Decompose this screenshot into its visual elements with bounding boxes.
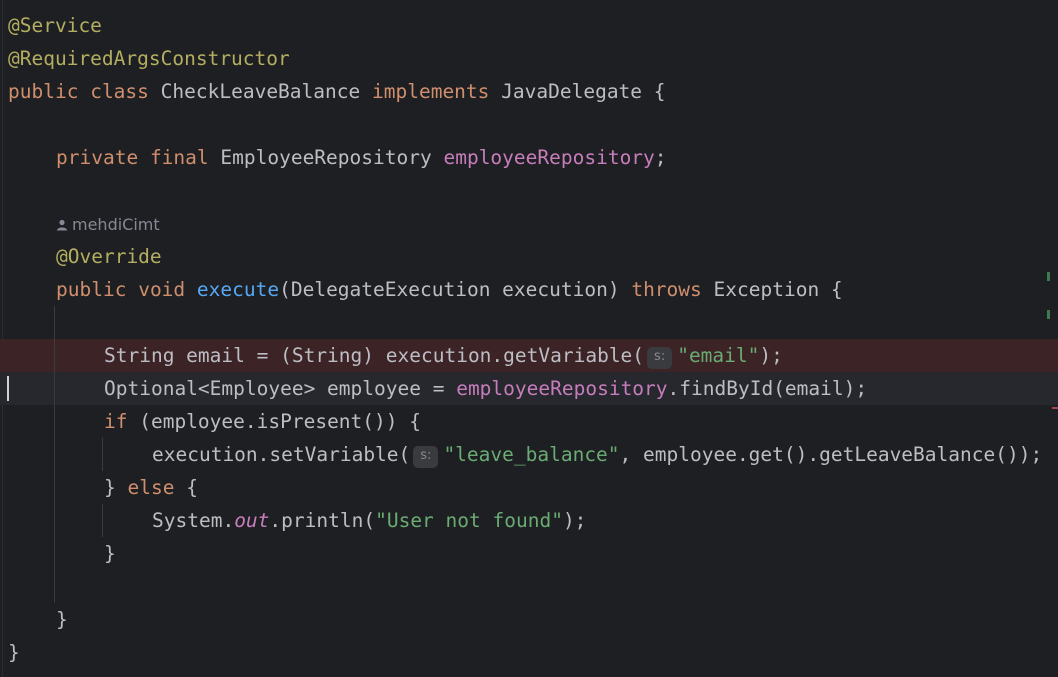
code-text: { [174, 476, 198, 499]
code-text: System. [152, 509, 235, 532]
field-name[interactable]: employeeRepository [443, 146, 654, 169]
keyword-public: public [8, 80, 79, 103]
change-marker[interactable] [1047, 272, 1050, 281]
closing-brace: } [56, 608, 68, 631]
field-type[interactable]: EmployeeRepository [220, 146, 431, 169]
keyword-private: private [56, 146, 139, 169]
exception-type[interactable]: Exception { [714, 278, 843, 301]
field-declaration: private final EmployeeRepository employe… [56, 141, 667, 174]
if-statement: if (employee.isPresent()) { [104, 405, 421, 438]
code-line[interactable]: public class CheckLeaveBalance implement… [0, 75, 1058, 108]
code-editor[interactable]: @Service @RequiredArgsConstructor public… [0, 0, 1058, 677]
code-text: Optional<Employee> employee = [104, 377, 457, 400]
class-declaration: public class CheckLeaveBalance implement… [8, 75, 666, 108]
code-line[interactable]: } else { [0, 471, 1058, 504]
keyword-class: class [90, 80, 149, 103]
code-line[interactable]: public void execute(DelegateExecution ex… [0, 273, 1058, 306]
string-literal: "User not found" [375, 509, 563, 532]
parameter-hint: s: [647, 347, 673, 369]
optional-statement: Optional<Employee> employee = employeeRe… [104, 372, 867, 405]
code-line[interactable]: if (employee.isPresent()) { [0, 405, 1058, 438]
keyword-void: void [138, 278, 186, 301]
annotation-override: @Override [56, 245, 162, 268]
code-text: execution.setVariable( [152, 443, 411, 466]
code-text: ); [759, 344, 783, 367]
keyword-if: if [104, 410, 128, 433]
semicolon: ; [654, 146, 667, 169]
code-line[interactable]: @RequiredArgsConstructor [0, 42, 1058, 75]
code-text: .findById(email); [667, 377, 868, 400]
email-statement: String email = (String) execution.getVar… [104, 339, 783, 372]
author-inlay[interactable]: mehdiCimt [56, 208, 160, 241]
class-name[interactable]: CheckLeaveBalance [161, 80, 361, 103]
code-text: (employee.isPresent()) { [127, 410, 421, 433]
field-reference[interactable]: employeeRepository [456, 377, 667, 400]
code-line[interactable]: @Override [0, 240, 1058, 273]
text-caret [7, 376, 9, 401]
println-statement: System.out.println("User not found"); [152, 504, 586, 537]
method-params: (DelegateExecution execution) [279, 278, 620, 301]
person-icon [57, 219, 67, 231]
keyword-else: else [127, 476, 175, 499]
keyword-implements: implements [372, 80, 490, 103]
set-variable-statement: execution.setVariable(s: "leave_balance",… [152, 438, 1042, 471]
indent-guide [102, 438, 103, 471]
method-name[interactable]: execute [197, 278, 279, 301]
code-line-breakpoint[interactable]: String email = (String) execution.getVar… [0, 339, 1058, 372]
string-literal: "leave_balance" [443, 443, 620, 466]
code-text: .println( [269, 509, 376, 532]
string-literal: "email" [677, 344, 760, 367]
annotation-required-args: @RequiredArgsConstructor [8, 47, 290, 70]
code-line[interactable]: } [0, 636, 1058, 669]
else-statement: } else { [104, 471, 198, 504]
indent-guide [54, 306, 55, 603]
code-line[interactable]: @Service [0, 9, 1058, 42]
code-line[interactable]: private final EmployeeRepository employe… [0, 141, 1058, 174]
static-field-out[interactable]: out [234, 509, 269, 532]
closing-brace: } [104, 542, 116, 565]
interface-name[interactable]: JavaDelegate [501, 80, 642, 103]
keyword-public: public [56, 278, 127, 301]
code-line[interactable]: execution.setVariable(s: "leave_balance",… [0, 438, 1058, 471]
code-line[interactable]: System.out.println("User not found"); [0, 504, 1058, 537]
annotation-service: @Service [8, 14, 102, 37]
code-text: ); [562, 509, 587, 532]
code-text: String email = (String) execution.getVar… [104, 344, 645, 367]
code-text: } [104, 476, 128, 499]
code-text: , employee.get().getLeaveBalance()); [619, 443, 1043, 466]
author-name: mehdiCimt [72, 215, 160, 234]
parameter-hint: s: [413, 446, 439, 468]
method-declaration: public void execute(DelegateExecution ex… [56, 273, 843, 306]
error-marker[interactable] [1052, 407, 1058, 409]
change-marker[interactable] [1047, 310, 1050, 319]
brace: { [642, 80, 666, 103]
indent-guide [102, 504, 103, 537]
keyword-throws: throws [631, 278, 702, 301]
code-line-current[interactable]: Optional<Employee> employee = employeeRe… [0, 372, 1058, 405]
closing-brace: } [8, 641, 20, 664]
keyword-final: final [149, 146, 209, 169]
code-line[interactable]: } [0, 603, 1058, 636]
code-line[interactable]: } [0, 537, 1058, 570]
